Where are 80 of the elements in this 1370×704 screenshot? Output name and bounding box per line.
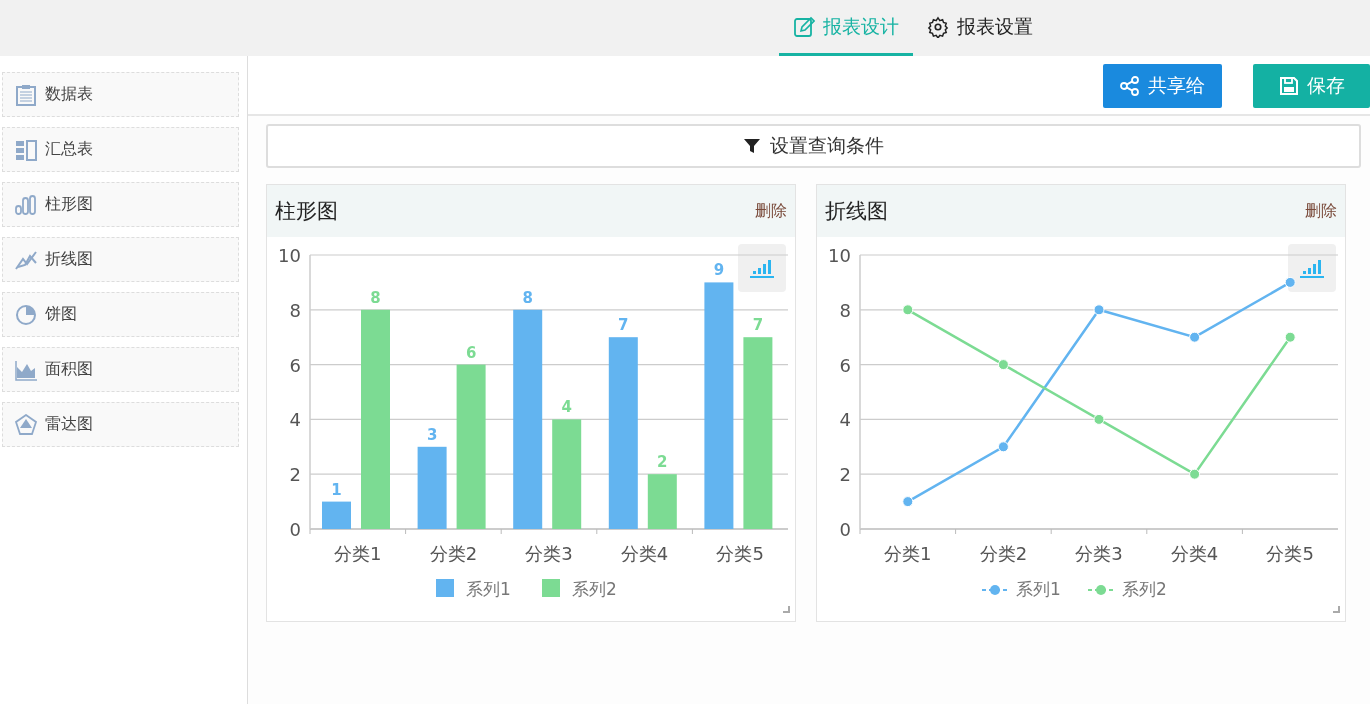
axis-tick-label: 4 [839,409,851,431]
legend-label: 系列1 [466,579,511,599]
columns-icon [15,138,37,161]
data-label: 8 [370,288,381,307]
sidebar-item[interactable]: 饼图 [2,292,239,337]
data-label: 7 [618,316,629,335]
signal-bars-icon [750,258,774,278]
radar-chart-icon [15,413,37,436]
data-point [902,496,914,508]
bar-chart-icon [15,193,37,216]
data-label: 3 [426,425,438,444]
data-point [997,441,1009,453]
data-point [1189,331,1201,343]
category-label: 分类3 [525,543,573,564]
chart-type-button[interactable] [1288,244,1336,292]
data-point [902,304,914,316]
category-label: 分类4 [620,543,669,564]
data-label: 1 [331,480,342,499]
sidebar-item[interactable]: 面积图 [2,347,239,392]
axis-tick-label: 2 [839,464,851,486]
axis-tick-label: 0 [839,519,851,540]
category-label: 分类5 [1266,543,1314,564]
axis-tick-label: 0 [289,519,301,540]
signal-bars-icon [1300,258,1324,278]
panel-title: 柱形图 [275,198,338,225]
tab[interactable]: 报表设置 [913,0,1047,56]
category-label: 分类5 [716,543,764,564]
axis-tick-label: 8 [839,299,851,321]
data-label: 7 [752,316,764,335]
legend-label: 系列2 [572,579,617,599]
resize-handle-icon[interactable] [783,606,790,613]
sidebar-item[interactable]: 雷达图 [2,402,239,447]
data-point [1093,304,1105,316]
resize-handle-icon[interactable] [1333,606,1340,613]
category-label: 分类1 [334,543,382,564]
category-label: 分类2 [979,543,1028,564]
axis-tick-label: 4 [289,409,301,431]
category-label: 分类2 [429,543,478,564]
data-label: 6 [465,343,477,362]
legend-label: 系列1 [1016,579,1061,599]
filter-icon [743,138,760,154]
delete-link[interactable]: 删除 [1305,200,1337,222]
axis-tick-label: 8 [289,299,301,321]
data-label: 4 [561,398,572,417]
pie-chart-icon [15,303,37,326]
data-label: 2 [657,453,668,472]
area-chart-icon [15,358,37,381]
delete-link[interactable]: 删除 [755,200,787,222]
sidebar-item[interactable]: 汇总表 [2,127,239,172]
sidebar-item[interactable]: 折线图 [2,237,239,282]
edit-icon [793,15,815,38]
panel-title: 折线图 [825,198,888,225]
data-point [1189,468,1201,480]
data-point [997,359,1009,371]
chart-type-button[interactable] [738,244,786,292]
category-label: 分类1 [884,543,932,564]
category-label: 分类4 [1170,543,1219,564]
bar [647,474,677,529]
sidebar-item[interactable]: 柱形图 [2,182,239,227]
axis-tick-label: 6 [289,354,301,376]
sidebar-item[interactable]: 数据表 [2,72,239,117]
clipboard-icon [15,83,37,106]
legend-label: 系列2 [1122,579,1167,599]
legend-marker [1087,585,1115,595]
legend-marker [981,585,1009,595]
query-conditions-button[interactable]: 设置查询条件 [266,124,1361,168]
share-icon [1120,76,1140,96]
axis-tick-label: 10 [828,245,851,266]
category-label: 分类3 [1075,543,1123,564]
axis-tick-label: 2 [289,464,301,486]
data-point [1093,413,1105,425]
data-label: 8 [522,288,533,307]
data-point [1284,276,1296,288]
data-label: 9 [713,261,725,280]
settings-icon [927,15,949,38]
axis-tick-label: 6 [839,354,851,376]
share-button[interactable]: 共享给 [1103,64,1222,108]
bar [322,501,351,529]
data-point [1284,331,1296,343]
axis-tick-label: 10 [278,245,301,266]
